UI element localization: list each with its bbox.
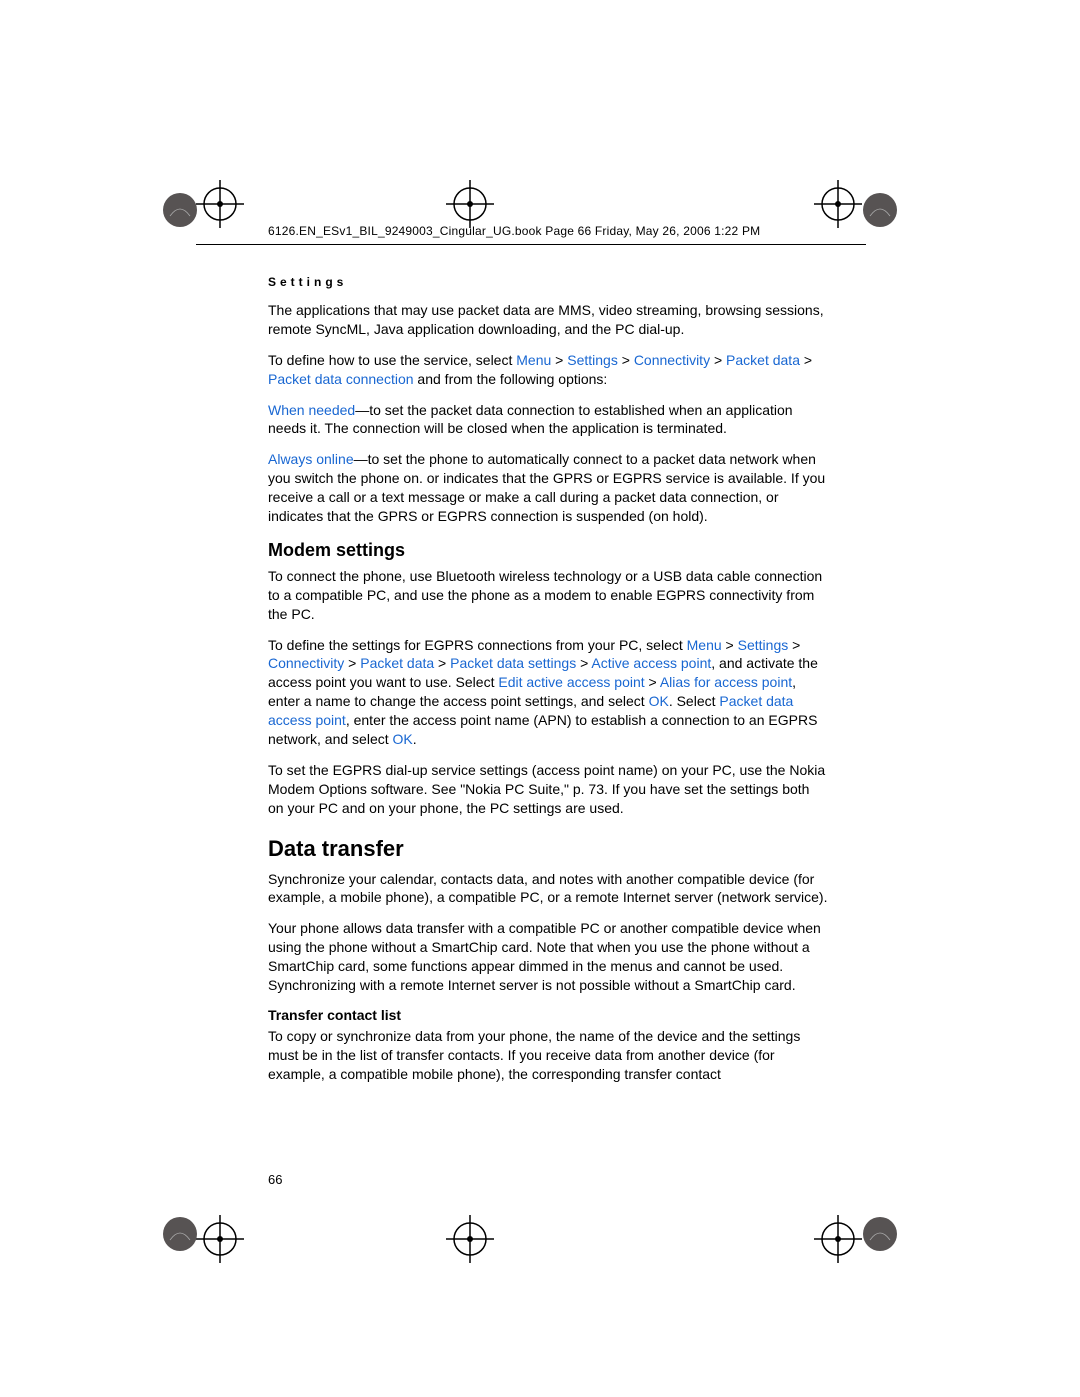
paragraph: The applications that may use packet dat… xyxy=(268,301,828,339)
corner-ball-top-right xyxy=(862,192,898,228)
corner-ball-bottom-left xyxy=(162,1216,198,1252)
reg-mark-bottom-left xyxy=(196,1215,244,1263)
option-label: When needed xyxy=(268,402,355,418)
heading-data-transfer: Data transfer xyxy=(268,836,828,862)
menu-path-item: Settings xyxy=(567,352,618,368)
menu-path-item: Packet data xyxy=(360,655,434,671)
text: To define how to use the service, select xyxy=(268,352,516,368)
text: > xyxy=(722,637,738,653)
text: > xyxy=(576,655,591,671)
menu-path-item: Connectivity xyxy=(268,655,344,671)
option-label: Always online xyxy=(268,451,354,467)
paragraph: To copy or synchronize data from your ph… xyxy=(268,1027,828,1084)
corner-ball-top-left xyxy=(162,192,198,228)
paragraph: When needed—to set the packet data conne… xyxy=(268,401,828,439)
page-header-meta: 6126.EN_ESv1_BIL_9249003_Cingular_UG.boo… xyxy=(268,224,760,238)
paragraph: Synchronize your calendar, contacts data… xyxy=(268,870,828,908)
menu-path-item: Edit active access point xyxy=(498,674,644,690)
paragraph: To set the EGPRS dial-up service setting… xyxy=(268,761,828,818)
reg-mark-bottom-mid xyxy=(446,1215,494,1263)
menu-path-item: Packet data settings xyxy=(450,655,576,671)
text: . Select xyxy=(669,693,720,709)
text: > xyxy=(788,637,800,653)
text: > xyxy=(344,655,360,671)
text: . xyxy=(413,731,417,747)
reg-mark-top-left xyxy=(196,180,244,228)
paragraph: To connect the phone, use Bluetooth wire… xyxy=(268,567,828,624)
page-number: 66 xyxy=(268,1172,282,1187)
reg-mark-top-right xyxy=(814,180,862,228)
text: > xyxy=(551,352,567,368)
menu-path-item: Settings xyxy=(738,637,789,653)
text: > xyxy=(710,352,726,368)
menu-path-item: Packet data connection xyxy=(268,371,414,387)
text: , enter the access point name (APN) to e… xyxy=(268,712,817,747)
menu-path-item: Packet data xyxy=(726,352,800,368)
heading-transfer-contact-list: Transfer contact list xyxy=(268,1007,828,1023)
reg-mark-bottom-right xyxy=(814,1215,862,1263)
paragraph: Your phone allows data transfer with a c… xyxy=(268,919,828,995)
heading-modem-settings: Modem settings xyxy=(268,540,828,561)
text: To define the settings for EGPRS connect… xyxy=(268,637,687,653)
text: > xyxy=(618,352,634,368)
menu-path-item: Active access point xyxy=(591,655,711,671)
ok-label: OK xyxy=(393,731,413,747)
text: > xyxy=(434,655,450,671)
menu-path-item: Alias for access point xyxy=(660,674,792,690)
reg-mark-top-mid xyxy=(446,180,494,228)
header-rule xyxy=(196,244,866,245)
paragraph: To define the settings for EGPRS connect… xyxy=(268,636,828,749)
text: and from the following options: xyxy=(414,371,608,387)
menu-path-item: Menu xyxy=(516,352,551,368)
page-body: Settings The applications that may use p… xyxy=(268,275,828,1096)
section-label: Settings xyxy=(268,275,828,289)
paragraph: To define how to use the service, select… xyxy=(268,351,828,389)
paragraph: Always online—to set the phone to automa… xyxy=(268,450,828,526)
text: > xyxy=(645,674,660,690)
ok-label: OK xyxy=(649,693,669,709)
corner-ball-bottom-right xyxy=(862,1216,898,1252)
text: > xyxy=(800,352,812,368)
menu-path-item: Menu xyxy=(687,637,722,653)
menu-path-item: Connectivity xyxy=(634,352,710,368)
